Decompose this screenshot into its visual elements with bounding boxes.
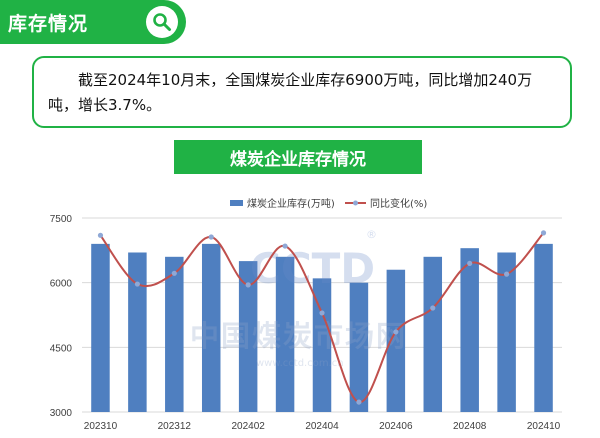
yoy-point-202403: [282, 243, 288, 249]
yoy-point-202407: [430, 305, 436, 311]
summary-text: 截至2024年10月末，全国煤炭企业库存6900万吨，同比增加240万吨，增长3…: [48, 71, 533, 114]
inventory-chart: CCTD ® 中国煤炭市场网 www.cctd.com.cn 7500 6000 4…: [50, 197, 562, 432]
legend-bar-label: 煤炭企业库存(万吨): [247, 197, 335, 210]
yoy-point-202405: [356, 399, 362, 405]
yoy-point-202406: [393, 329, 399, 335]
chart-title-box: 煤炭企业库存情况: [174, 140, 422, 174]
legend-bar-swatch: [230, 200, 243, 206]
y-tick-label: 3000: [50, 408, 73, 419]
bar-202310: [91, 243, 110, 412]
watermark-url: www.cctd.com.cn: [256, 358, 344, 369]
bar-202312: [165, 256, 184, 412]
bar-202311: [128, 252, 147, 412]
yoy-point-202408: [467, 260, 473, 267]
yoy-point-202409: [504, 271, 510, 277]
x-tick-label: 202404: [305, 421, 339, 432]
bar-202407: [423, 256, 443, 412]
summary-box: 截至2024年10月末，全国煤炭企业库存6900万吨，同比增加240万吨，增长3…: [32, 56, 572, 128]
x-tick-label: 202410: [527, 421, 561, 432]
x-tick-label: 202310: [84, 421, 118, 432]
yoy-point-202312: [171, 270, 177, 276]
yoy-point-202310: [97, 232, 104, 238]
search-icon[interactable]: [146, 6, 178, 38]
watermark-registered: ®: [366, 228, 377, 241]
x-tick-label: 202408: [453, 421, 487, 432]
chart-title: 煤炭企业库存情况: [230, 149, 366, 170]
yoy-point-202311: [134, 281, 140, 287]
yoy-point-202401: [208, 234, 214, 240]
y-tick-label: 7500: [50, 214, 73, 225]
section-title: 库存情况: [8, 13, 89, 35]
watermark-cn: 中国煤炭市场网: [190, 319, 407, 353]
y-tick-label: 6000: [50, 279, 73, 290]
yoy-point-202410: [540, 230, 547, 236]
x-tick-label: 202402: [231, 421, 265, 432]
watermark-logo: CCTD: [250, 244, 375, 293]
bar-202410: [534, 243, 553, 412]
yoy-point-202404: [319, 310, 325, 316]
yoy-point-202402: [245, 282, 251, 288]
bar-202408: [460, 248, 479, 412]
x-tick-label: 202406: [379, 421, 413, 432]
y-tick-label: 4500: [50, 343, 73, 354]
legend-line-label: 同比变化(%): [370, 197, 427, 210]
x-tick-label: 202312: [158, 421, 192, 432]
section-header: 库存情况: [0, 0, 186, 44]
legend-line-marker: [353, 200, 358, 206]
